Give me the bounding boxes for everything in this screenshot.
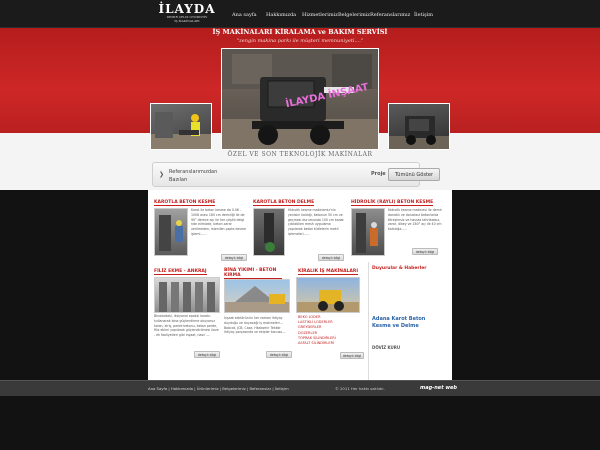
logo-title: İLAYDA xyxy=(158,2,216,16)
project-label: Proje xyxy=(371,171,386,177)
references-bar: ❯ Referanslarımızdan Bazıları Proje Tümü… xyxy=(152,162,440,187)
logo-subtitle-2: İŞ MAKİNALARI xyxy=(174,19,200,23)
footer-links[interactable]: Ana Sayfa | Hakkımızda | Ürünlerimiz | B… xyxy=(148,386,289,391)
nav-contact[interactable]: İletişim xyxy=(414,12,433,18)
card-text-bina-yikimi: İnşaat sektörünün her zaman ihtiyaç duyd… xyxy=(224,316,287,335)
nav-services[interactable]: Hizmetlerimiz xyxy=(302,12,338,18)
nav-references[interactable]: Referanslarımız xyxy=(370,12,410,18)
card-photo-karot-kesme[interactable] xyxy=(154,208,188,256)
footer: Ana Sayfa | Hakkımızda | Ürünlerimiz | B… xyxy=(0,380,600,396)
announcements-title: Duyurular & Haberler xyxy=(372,266,427,271)
card-photo-hidrolik[interactable] xyxy=(351,208,385,256)
card-photo-kiralik[interactable] xyxy=(296,277,360,313)
logo[interactable]: İLAYDA DEMIR ÇELIK OTOMOTİV İŞ MAKİNALAR… xyxy=(158,3,216,23)
card-title-kiralik[interactable]: KİRALIK İŞ MAKİNALARI xyxy=(298,269,359,275)
details-button-bina-yikimi[interactable]: detaylı bilgi xyxy=(266,351,292,358)
news-link[interactable]: Adana Karot Beton Kesme ve Delme xyxy=(372,316,444,330)
loader-photo-right[interactable] xyxy=(388,103,450,150)
footer-copyright: © 2011 Her hakkı saklıdır. xyxy=(335,386,385,391)
references-label-line1: Referanslarımızdan xyxy=(169,169,218,175)
nav-documents[interactable]: Belgelerimiz xyxy=(338,12,370,18)
card-photo-filiz-ekme[interactable] xyxy=(154,277,220,313)
nav-home[interactable]: Ana sayfa xyxy=(232,12,257,18)
details-button-karot-delme[interactable]: detaylı bilgi xyxy=(318,254,344,261)
details-button-karot-kesme[interactable]: detaylı bilgi xyxy=(221,254,247,261)
card-text-filiz-ekme: Binalardaki, iksiyonal epoksi karotu kul… xyxy=(154,314,219,338)
card-photo-bina-yikimi[interactable] xyxy=(224,279,290,313)
details-button-kiralik[interactable]: detaylı bilgi xyxy=(340,352,364,359)
card-photo-karot-delme[interactable] xyxy=(253,208,285,256)
footer-brand-logo[interactable]: mag-net web xyxy=(420,385,457,391)
worker-photo-left[interactable] xyxy=(150,103,212,150)
details-button-hidrolik[interactable]: detaylı bilgi xyxy=(412,248,438,255)
card-title-filiz-ekme[interactable]: FİLİZ EKME - ANKRAJ xyxy=(154,269,207,275)
list-item[interactable]: ASFALT SİLİNDİRLERİ xyxy=(298,341,364,346)
top-bar xyxy=(0,0,600,28)
card-text-karot-kesme: Karot ile beton kesme da 0.06 - 1008 ara… xyxy=(191,208,246,236)
show-all-button[interactable]: Tümünü Göster xyxy=(388,168,440,181)
card-title-karot-delme[interactable]: KAROTLA BETON DELME xyxy=(253,200,315,206)
card-text-karot-delme: Hidrolik kesme makinemiz'nin yenisini ka… xyxy=(288,208,344,236)
currency-title: DÖVİZ KURU xyxy=(372,345,401,350)
card-title-bina-yikimi[interactable]: BİNA YIKIMI - BETON KIRMA xyxy=(224,268,282,279)
references-label-line2: Bazıları xyxy=(169,177,188,183)
card-title-hidrolik[interactable]: HİDROLİK (RAYLI) BETON KESME xyxy=(351,200,434,206)
hero-slogan: "zengin makina parkı ile müşteri memnuni… xyxy=(236,38,364,44)
chevron-right-icon[interactable]: ❯ xyxy=(159,171,164,178)
hero-caption: ÖZEL VE SON TEKNOLOJİK MAKİNALAR xyxy=(227,151,373,158)
hero-title: İŞ MAKİNALARI KİRALAMA ve BAKIM SERVİSİ xyxy=(212,28,388,36)
details-button-filiz-ekme[interactable]: detaylı bilgi xyxy=(194,351,220,358)
bobcat-loader-photo[interactable]: İLAYDA İNŞAAT xyxy=(221,48,379,150)
card-title-karot-kesme[interactable]: KAROTLA BETON KESME xyxy=(154,200,216,206)
machine-list: BEKO LODER LASTİKLİ LODERLER GREYDERLER … xyxy=(298,315,364,346)
references-label: Referanslarımızdan Bazıları xyxy=(169,168,217,184)
nav-about[interactable]: Hakkımızda xyxy=(266,12,296,18)
card-text-hidrolik: Hidrolik kesme makinesi ile demir donatı… xyxy=(388,208,442,232)
